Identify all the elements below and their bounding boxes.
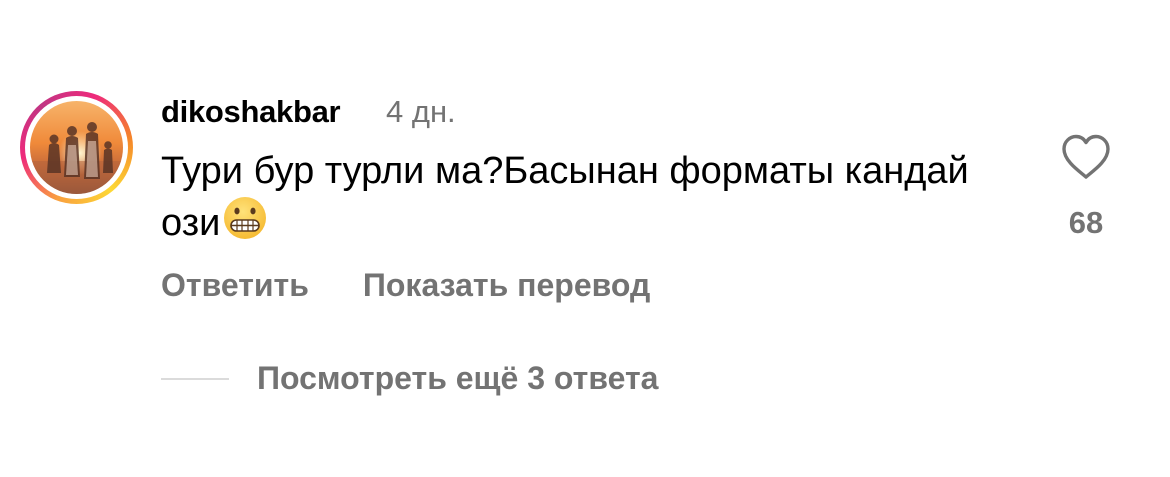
comment-timestamp: 4 дн.	[386, 94, 456, 129]
like-count: 68	[1068, 205, 1104, 240]
grimacing-face-emoji-icon	[224, 197, 267, 239]
avatar-gap	[25, 96, 128, 199]
comment-text: Тури бур турли ма?Басынан форматы кандай…	[161, 150, 969, 244]
avatar[interactable]	[20, 91, 133, 204]
show-translation-button[interactable]: Показать перевод	[363, 267, 650, 304]
comment-actions: Ответить Показать перевод	[161, 267, 650, 304]
comment-username[interactable]: dikoshakbar	[161, 94, 341, 130]
heart-icon[interactable]	[1060, 133, 1112, 181]
replies-divider	[161, 377, 229, 380]
comment-text-block: Тури бур турли ма?Басынан форматы кандай…	[161, 147, 981, 247]
reply-button[interactable]: Ответить	[161, 267, 309, 304]
view-replies-button[interactable]: Посмотреть ещё 3 ответа	[257, 360, 658, 397]
avatar-image	[30, 101, 123, 194]
view-replies[interactable]: Посмотреть ещё 3 ответа	[161, 360, 658, 397]
